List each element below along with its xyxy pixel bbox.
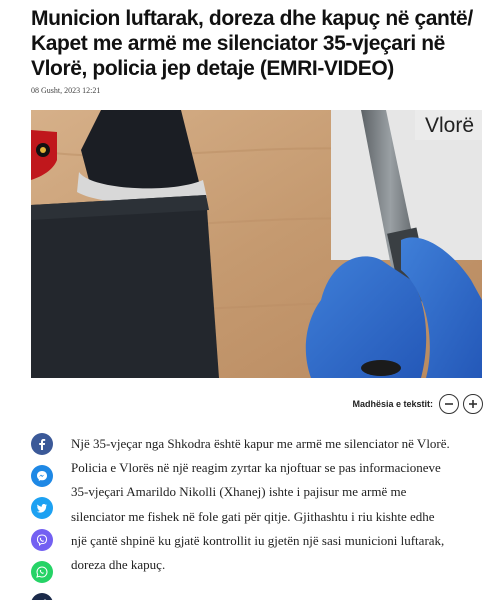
article-body: Një 35-vjeçar nga Shkodra është kapur me… bbox=[71, 436, 450, 573]
messenger-icon bbox=[37, 471, 47, 481]
increase-text-size-button[interactable] bbox=[463, 394, 483, 414]
facebook-share-button[interactable] bbox=[31, 433, 53, 455]
text-size-label: Madhësia e tekstit: bbox=[352, 399, 433, 409]
article-title: Municion luftarak, doreza dhe kapuç në ç… bbox=[31, 7, 473, 80]
twitter-share-button[interactable] bbox=[31, 497, 53, 519]
text-size-controls: Madhësia e tekstit: bbox=[352, 394, 483, 414]
article-image: Vlorë bbox=[31, 110, 482, 378]
twitter-icon bbox=[36, 504, 47, 513]
share-more-button[interactable] bbox=[31, 593, 53, 600]
decrease-text-size-button[interactable] bbox=[439, 394, 459, 414]
article-date: 08 Gusht, 2023 12:21 bbox=[31, 86, 101, 95]
whatsapp-share-button[interactable] bbox=[31, 561, 53, 583]
viber-icon bbox=[36, 534, 48, 546]
messenger-share-button[interactable] bbox=[31, 465, 53, 487]
facebook-icon bbox=[39, 439, 46, 450]
plus-icon bbox=[469, 400, 477, 408]
article-photo-illustration bbox=[31, 110, 482, 378]
whatsapp-icon bbox=[36, 566, 48, 578]
video-watermark: Vlorë bbox=[414, 110, 482, 140]
minus-icon bbox=[445, 403, 453, 405]
viber-share-button[interactable] bbox=[31, 529, 53, 551]
